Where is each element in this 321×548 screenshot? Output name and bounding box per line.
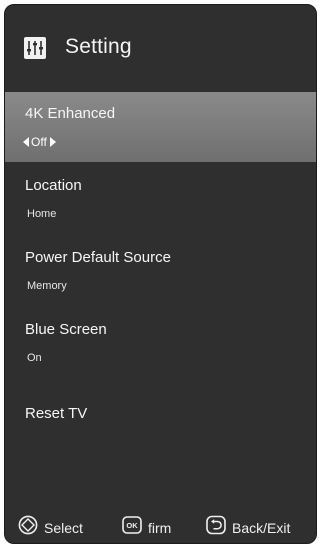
settings-sliders-icon [24,37,46,59]
menu-item-value: On [27,352,42,364]
menu-item-label: Location [25,177,82,194]
hint-confirm: OK firm [122,515,171,540]
ok-key-icon: OK [122,515,142,540]
menu-item-reset-tv[interactable]: Reset TV [5,393,316,433]
menu-item-4k-enhanced[interactable]: 4K Enhanced Off [5,92,316,162]
footer-key-hints: Select OK firm Back/Exit [5,513,316,539]
arrow-right-icon[interactable] [49,137,56,147]
menu-item-value: Off [31,135,47,149]
menu-item-blue-screen[interactable]: Blue Screen On [5,309,316,379]
menu-item-power-default-source[interactable]: Power Default Source Memory [5,237,316,307]
menu-item-label: Reset TV [25,405,88,422]
menu-item-label: Blue Screen [25,321,107,338]
page-title: Setting [65,35,132,58]
menu-item-value: Memory [27,280,67,292]
hint-select: Select [18,515,83,540]
hint-back-exit: Back/Exit [206,515,290,540]
back-return-icon [206,515,226,540]
ok-key-text: OK [126,521,138,530]
header: Setting [5,5,316,87]
arrow-left-icon[interactable] [23,137,29,147]
hint-label: Select [44,519,83,536]
menu-item-value: Home [27,208,57,220]
navigation-pad-icon [18,515,38,540]
value-selector[interactable]: Off [23,135,56,149]
menu-item-label: Power Default Source [25,249,171,266]
menu-item-location[interactable]: Location Home [5,165,316,235]
hint-label: firm [148,519,172,536]
hint-label: Back/Exit [232,519,291,536]
menu-item-label: 4K Enhanced [25,105,116,122]
tv-settings-panel: Setting 4K Enhanced Off Location Home Po… [4,4,317,544]
